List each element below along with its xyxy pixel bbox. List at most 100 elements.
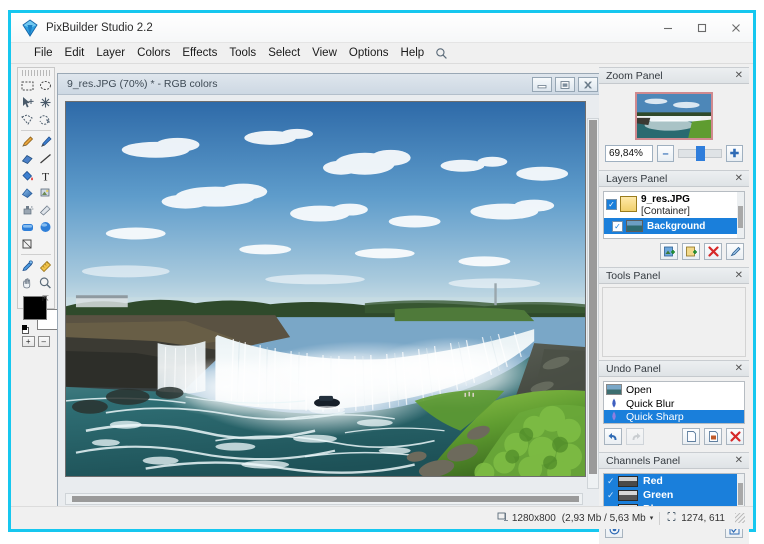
zoom-slider-handle[interactable] <box>695 146 705 161</box>
tools-panel-content[interactable] <box>602 287 746 357</box>
polygon-select-tool-icon[interactable] <box>18 111 36 128</box>
menu-item-effects[interactable]: Effects <box>176 46 223 60</box>
channel-row-red[interactable]: ✓ Red <box>604 474 744 488</box>
menu-item-file[interactable]: File <box>28 46 59 60</box>
paint-bucket-tool-icon[interactable] <box>18 167 36 184</box>
pencil-tool-icon[interactable] <box>18 133 36 150</box>
image-canvas[interactable] <box>65 101 586 477</box>
ellipse-shape-tool-icon[interactable] <box>36 218 54 235</box>
canvas-horizontal-scrollbar[interactable] <box>65 493 583 505</box>
gradient-tool-icon[interactable] <box>18 184 36 201</box>
canvas-vertical-scroll-thumb[interactable] <box>589 120 597 475</box>
layers-list[interactable]: ✓ 9_res.JPG [Container] ✓ Background <box>603 191 745 239</box>
reset-colors-icon[interactable] <box>22 325 29 334</box>
zoom-panel-header[interactable]: Zoom Panel ✕ <box>599 67 749 84</box>
magnifier-icon[interactable] <box>435 47 448 60</box>
delete-layer-button[interactable] <box>704 243 722 260</box>
layers-scrollbar[interactable] <box>737 192 744 238</box>
channels-panel-close-icon[interactable]: ✕ <box>735 455 743 466</box>
channel-visibility-checkbox[interactable]: ✓ <box>607 490 617 501</box>
layer-name: Background <box>647 220 706 232</box>
undo-panel-close-icon[interactable]: ✕ <box>735 363 743 374</box>
document-minimize-button[interactable] <box>532 77 552 92</box>
toolbar-drag-grip[interactable] <box>22 70 50 76</box>
layer-row-container[interactable]: ✓ 9_res.JPG [Container] <box>604 192 744 218</box>
channel-visibility-checkbox[interactable]: ✓ <box>607 476 617 487</box>
layer-image-thumbnail <box>626 220 643 232</box>
maximize-button[interactable] <box>685 13 719 43</box>
rectangle-select-tool-icon[interactable] <box>18 77 36 94</box>
tools-panel-header[interactable]: Tools Panel ✕ <box>599 267 749 284</box>
document-close-button[interactable] <box>578 77 598 92</box>
undo-row-quick-blur[interactable]: Quick Blur <box>604 397 744 410</box>
layers-panel-close-icon[interactable]: ✕ <box>735 173 743 184</box>
close-button[interactable] <box>719 13 753 43</box>
smudge-tool-icon[interactable] <box>36 201 54 218</box>
brush-tool-icon[interactable] <box>36 133 54 150</box>
canvas-horizontal-scroll-thumb[interactable] <box>72 496 579 502</box>
tools-panel-close-icon[interactable]: ✕ <box>735 270 743 281</box>
eyedropper-tool-icon[interactable] <box>18 257 36 274</box>
zoom-value-input[interactable]: 69,84% <box>605 145 653 162</box>
layer-visibility-checkbox[interactable]: ✓ <box>606 199 617 210</box>
free-select-tool-icon[interactable] <box>36 111 54 128</box>
chevron-down-icon[interactable]: ▾ <box>650 514 654 522</box>
resize-grip[interactable] <box>735 513 745 523</box>
canvas-area[interactable] <box>58 95 601 509</box>
undo-row-open[interactable]: Open <box>604 382 744 397</box>
hand-tool-icon[interactable] <box>18 274 36 291</box>
measure-tool-icon[interactable] <box>36 257 54 274</box>
duplicate-layer-button[interactable] <box>682 243 700 260</box>
zoom-tool-icon[interactable] <box>36 274 54 291</box>
line-tool-icon[interactable] <box>36 150 54 167</box>
layer-row-background[interactable]: ✓ Background <box>604 218 744 234</box>
zoom-in-button[interactable]: ✚ <box>726 145 743 162</box>
undo-row-quick-sharp[interactable]: Quick Sharp <box>604 410 744 423</box>
menu-item-tools[interactable]: Tools <box>223 46 262 60</box>
rounded-rect-shape-tool-icon[interactable] <box>18 218 36 235</box>
move-tool-icon[interactable] <box>18 94 36 111</box>
zoom-panel-close-icon[interactable]: ✕ <box>735 70 743 81</box>
undo-history-list[interactable]: Open Quick Blur Quick Sharp <box>603 381 745 424</box>
redo-button[interactable] <box>626 428 644 445</box>
layers-scroll-thumb[interactable] <box>738 206 743 228</box>
menu-item-edit[interactable]: Edit <box>59 46 91 60</box>
zoom-slider[interactable] <box>678 145 722 162</box>
eraser-tool-icon[interactable] <box>18 150 36 167</box>
zoom-out-button[interactable]: – <box>657 145 674 162</box>
canvas-vertical-scrollbar[interactable] <box>587 118 599 489</box>
menu-item-options[interactable]: Options <box>343 46 395 60</box>
magic-wand-tool-icon[interactable] <box>36 94 54 111</box>
minimize-button[interactable] <box>651 13 685 43</box>
menu-item-colors[interactable]: Colors <box>131 46 176 60</box>
text-tool-icon[interactable]: T <box>36 167 54 184</box>
color-swatches[interactable]: ⇱ <box>22 294 59 334</box>
menu-item-help[interactable]: Help <box>395 46 431 60</box>
clear-history-button[interactable] <box>726 428 744 445</box>
layers-panel-header[interactable]: Layers Panel ✕ <box>599 170 749 187</box>
swap-colors-icon[interactable]: ⇱ <box>42 294 49 303</box>
menu-item-layer[interactable]: Layer <box>90 46 131 60</box>
increase-brush-button[interactable]: + <box>22 336 35 347</box>
new-snapshot-button[interactable] <box>682 428 700 445</box>
channels-panel-header[interactable]: Channels Panel ✕ <box>599 452 749 469</box>
airbrush-tool-icon[interactable] <box>18 201 36 218</box>
crop-tool-icon[interactable] <box>18 235 36 252</box>
undo-panel-header[interactable]: Undo Panel ✕ <box>599 360 749 377</box>
document-maximize-button[interactable] <box>555 77 575 92</box>
undo-button[interactable] <box>604 428 622 445</box>
zoom-preview-thumbnail[interactable] <box>635 92 713 140</box>
document-title-bar[interactable]: 9_res.JPG (70%) * - RGB colors <box>58 74 601 95</box>
menu-item-select[interactable]: Select <box>262 46 306 60</box>
layer-properties-button[interactable] <box>726 243 744 260</box>
layer-visibility-checkbox[interactable]: ✓ <box>612 220 623 232</box>
menu-item-view[interactable]: View <box>306 46 343 60</box>
lasso-select-tool-icon[interactable] <box>36 77 54 94</box>
channel-row-green[interactable]: ✓ Green <box>604 488 744 502</box>
add-layer-button[interactable] <box>660 243 678 260</box>
clone-stamp-tool-icon[interactable] <box>36 184 54 201</box>
channels-scroll-thumb[interactable] <box>738 483 743 505</box>
status-memory-segment[interactable]: (2,93 Mb / 5,63 Mb ▾ <box>562 513 653 524</box>
decrease-brush-button[interactable]: – <box>37 336 50 347</box>
snapshot-image-button[interactable] <box>704 428 722 445</box>
